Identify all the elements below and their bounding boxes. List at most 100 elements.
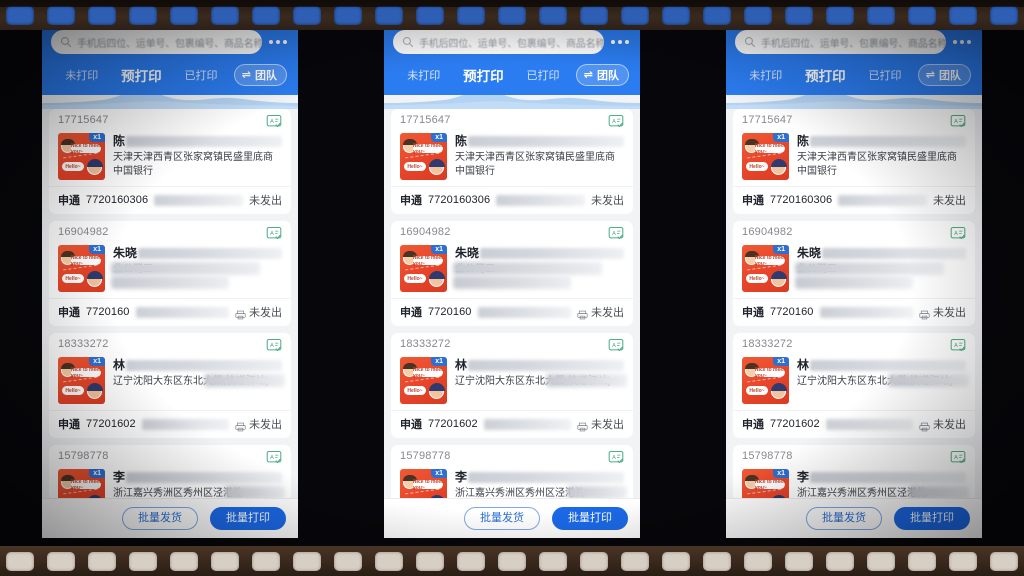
recipient-address: 业公司三 <box>111 262 282 289</box>
order-card-info: 林 辽宁沈阳大东区东北大巢,快递驿站) <box>455 357 628 404</box>
order-card-info: 陈 天津天津西青区张家窝镇民盛里底商中国银行 <box>455 133 624 180</box>
id-card-check-icon[interactable]: A <box>608 450 624 465</box>
printer-icon <box>235 419 246 432</box>
order-card[interactable]: 18333272 A x1 Nice to meet you~ Hello~ 林 <box>733 333 975 438</box>
tab-unprinted[interactable]: 未打印 <box>395 65 453 85</box>
product-thumbnail[interactable]: x1 Nice to meet you~ Hello~ <box>742 133 789 180</box>
film-sprocket <box>211 5 239 25</box>
product-thumbnail[interactable]: x1 Nice to meet you~ Hello~ <box>58 133 105 180</box>
batch-ship-button[interactable]: 批量发货 <box>806 507 882 530</box>
recipient-name-line: 陈 <box>797 134 966 148</box>
carrier-label: 申通 <box>58 419 80 431</box>
quantity-badge: x1 <box>773 133 789 142</box>
order-card-footer: 申通 7720160 未发出 <box>733 298 975 326</box>
order-card-body: x1 Nice to meet you~ Hello~ 陈 天津天津西青区张家窝… <box>733 129 975 186</box>
order-card[interactable]: 17715647 A x1 Nice to meet you~ Hello~ 陈 <box>391 109 633 214</box>
id-card-check-icon[interactable]: A <box>950 450 966 465</box>
more-menu-icon[interactable] <box>611 40 631 44</box>
batch-ship-button[interactable]: 批量发货 <box>122 507 198 530</box>
id-card-check-icon[interactable]: A <box>950 226 966 241</box>
tab-unprinted[interactable]: 未打印 <box>53 65 111 85</box>
search-input[interactable]: 手机后四位、运单号、包裹编号、商品名称 <box>51 30 262 54</box>
film-sprocket <box>703 551 731 571</box>
order-card[interactable]: 16904982 A x1 Nice to meet you~ Hello~ 朱… <box>391 221 633 326</box>
speech-bubble-2: Hello~ <box>62 162 84 171</box>
order-card[interactable]: 16904982 A x1 Nice to meet you~ Hello~ 朱… <box>49 221 291 326</box>
more-menu-icon[interactable] <box>269 40 289 44</box>
film-sprocket <box>703 5 731 25</box>
batch-print-button[interactable]: 批量打印 <box>210 507 286 530</box>
tracking-number: 7720160306 <box>428 194 491 206</box>
tab-preprint[interactable]: 预打印 <box>113 63 171 87</box>
svg-text:A: A <box>954 119 958 125</box>
carrier-label: 申通 <box>400 195 422 207</box>
recipient-name: 朱晓 <box>455 246 480 260</box>
batch-print-button[interactable]: 批量打印 <box>552 507 628 530</box>
bottom-action-bar: 批量发货 批量打印 <box>384 498 640 538</box>
order-card[interactable]: 17715647 A x1 Nice to meet you~ Hello~ 陈 <box>733 109 975 214</box>
product-thumbnail[interactable]: x1 Nice to meet you~ Hello~ <box>742 245 789 292</box>
phone-panel-1: 手机后四位、运单号、包裹编号、商品名称 未打印 预打印 已打印 ⇌ 团队 177156… <box>42 22 298 538</box>
team-switch-button[interactable]: ⇌ 团队 <box>917 64 971 86</box>
product-thumbnail[interactable]: x1 Nice to meet you~ Hello~ <box>742 357 789 404</box>
status-badge: 未发出 <box>249 192 282 208</box>
order-card[interactable]: 17715647 A x1 Nice to meet you~ Hello~ 陈 <box>49 109 291 214</box>
order-card[interactable]: 18333272 A x1 Nice to meet you~ Hello~ 林 <box>391 333 633 438</box>
search-input[interactable]: 手机后四位、运单号、包裹编号、商品名称 <box>735 30 946 54</box>
id-card-check-icon[interactable]: A <box>266 226 282 241</box>
batch-ship-button[interactable]: 批量发货 <box>464 507 540 530</box>
order-list[interactable]: 17715647 A x1 Nice to meet you~ Hello~ 陈 <box>42 109 298 519</box>
film-sprocket <box>867 5 895 25</box>
id-card-check-icon[interactable]: A <box>950 338 966 353</box>
product-thumbnail[interactable]: x1 Nice to meet you~ Hello~ <box>400 133 447 180</box>
tab-preprint[interactable]: 预打印 <box>455 63 513 87</box>
id-card-check-icon[interactable]: A <box>608 338 624 353</box>
speech-bubble-2: Hello~ <box>62 274 84 283</box>
order-card-body: x1 Nice to meet you~ Hello~ 朱晓 业公司三 <box>49 241 291 298</box>
product-thumbnail[interactable]: x1 Nice to meet you~ Hello~ <box>58 357 105 404</box>
svg-text:A: A <box>954 343 958 349</box>
id-card-check-icon[interactable]: A <box>608 114 624 129</box>
tracking-number-redacted <box>141 418 229 430</box>
team-switch-button[interactable]: ⇌ 团队 <box>575 64 629 86</box>
search-input[interactable]: 手机后四位、运单号、包裹编号、商品名称 <box>393 30 604 54</box>
quantity-badge: x1 <box>773 357 789 366</box>
order-card-header: 18333272 A <box>733 338 975 353</box>
team-switch-button[interactable]: ⇌ 团队 <box>233 64 287 86</box>
order-card-info: 朱晓 业公司三 <box>795 245 966 292</box>
status-label: 未发出 <box>249 195 282 207</box>
svg-text:A: A <box>612 119 616 125</box>
tab-preprint[interactable]: 预打印 <box>797 63 855 87</box>
film-strip-collage: 手机后四位、运单号、包裹编号、商品名称 未打印 预打印 已打印 ⇌ 团队 177156… <box>0 0 1024 576</box>
id-card-check-icon[interactable]: A <box>266 450 282 465</box>
product-thumbnail[interactable]: x1 Nice to meet you~ Hello~ <box>58 245 105 292</box>
order-card[interactable]: 18333272 A x1 Nice to meet you~ Hello~ 林 <box>49 333 291 438</box>
order-list[interactable]: 17715647 A x1 Nice to meet you~ Hello~ 陈 <box>384 109 640 519</box>
id-card-check-icon[interactable]: A <box>950 114 966 129</box>
batch-print-button[interactable]: 批量打印 <box>894 507 970 530</box>
tab-printed[interactable]: 已打印 <box>514 65 572 85</box>
id-card-check-icon[interactable]: A <box>608 226 624 241</box>
status-badge: 未发出 <box>577 304 624 320</box>
order-list[interactable]: 17715647 A x1 Nice to meet you~ Hello~ 陈 <box>726 109 982 519</box>
film-sprocket <box>785 5 813 25</box>
carrier-label: 申通 <box>400 419 422 431</box>
more-menu-icon[interactable] <box>953 40 973 44</box>
id-card-check-icon[interactable]: A <box>266 114 282 129</box>
film-strip-bottom <box>0 546 1024 576</box>
recipient-name: 林 <box>797 358 810 372</box>
product-thumbnail[interactable]: x1 Nice to meet you~ Hello~ <box>400 357 447 404</box>
order-card[interactable]: 16904982 A x1 Nice to meet you~ Hello~ 朱… <box>733 221 975 326</box>
tab-printed[interactable]: 已打印 <box>172 65 230 85</box>
id-card-check-icon[interactable]: A <box>266 338 282 353</box>
order-card-header: 17715647 A <box>49 114 291 129</box>
tracking-number: 77201602 <box>770 418 820 430</box>
carrier-label: 申通 <box>58 307 80 319</box>
product-thumbnail[interactable]: x1 Nice to meet you~ Hello~ <box>400 245 447 292</box>
recipient-address: 天津天津西青区张家窝镇民盛里底商中国银行 <box>455 151 624 178</box>
recipient-name-redacted <box>468 135 624 147</box>
tab-unprinted[interactable]: 未打印 <box>737 65 795 85</box>
speech-bubble-1: Nice to meet you~ <box>413 254 443 267</box>
tab-printed[interactable]: 已打印 <box>856 65 914 85</box>
carrier-label: 申通 <box>742 419 764 431</box>
